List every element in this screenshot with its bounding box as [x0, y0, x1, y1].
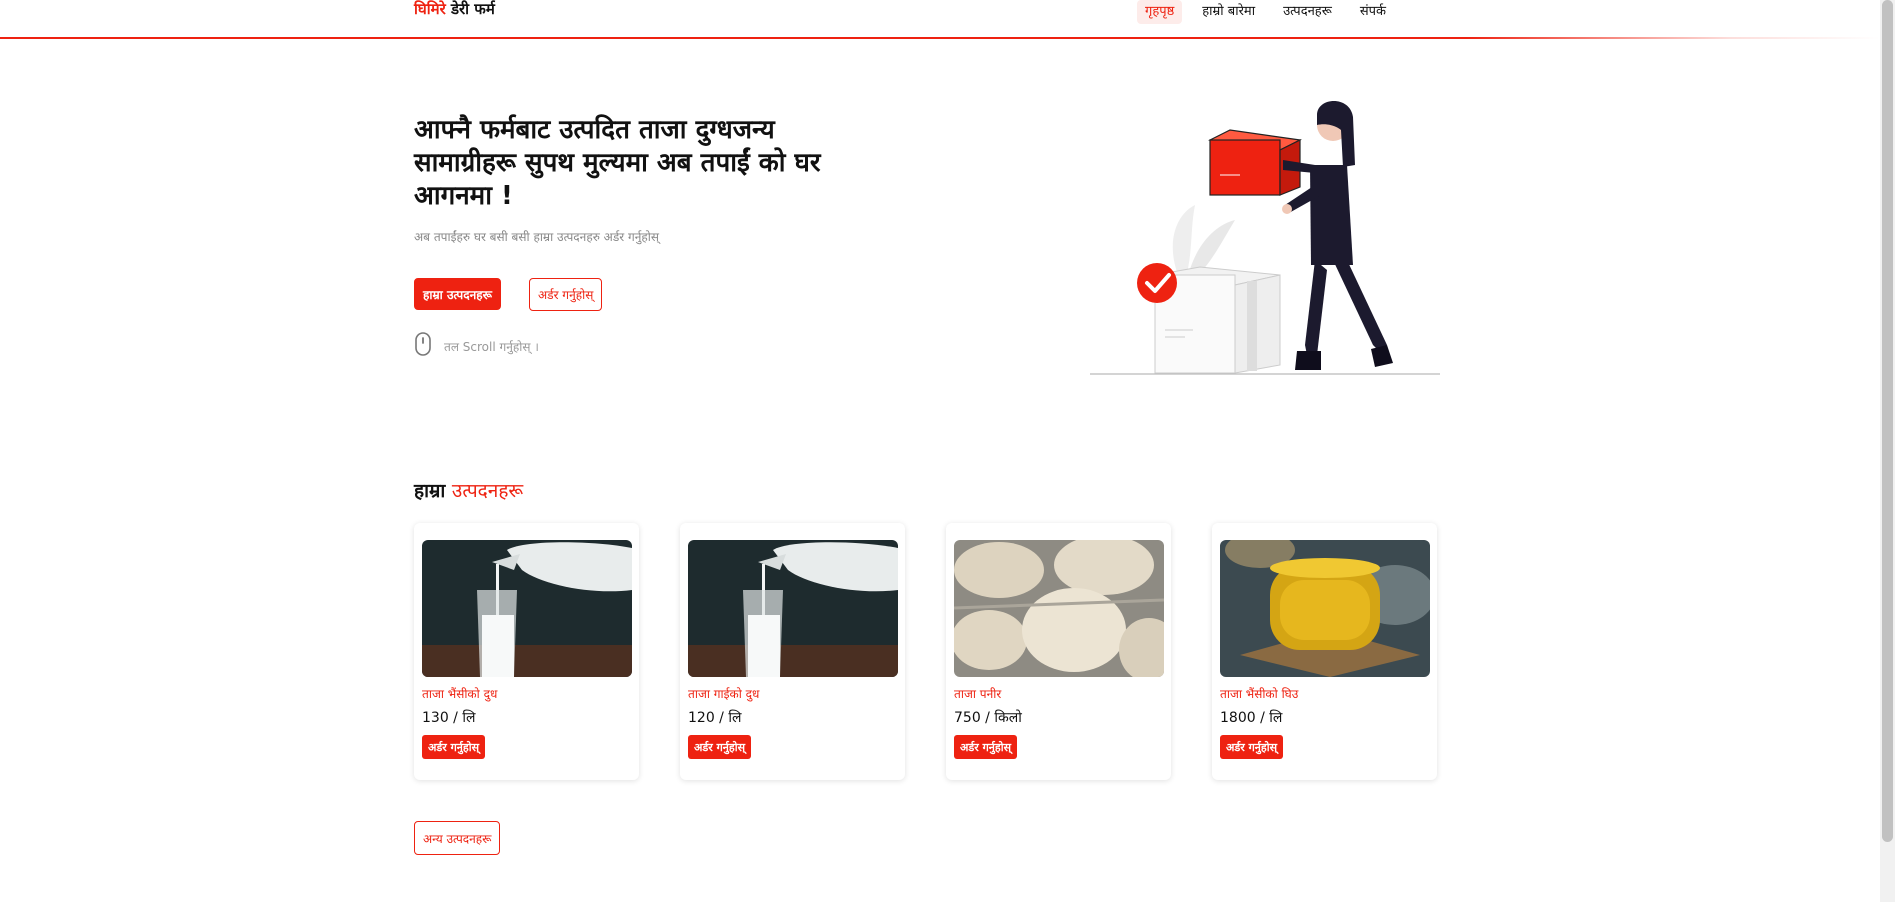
top-navbar: घिमिरे डेरी फर्म गृहपृष्ठ हाम्रो बारेमा … [0, 0, 1880, 39]
products-title-part1: हाम्रा [414, 480, 446, 502]
hero-title: आफ्नै फर्मबाट उत्पदित ताजा दुग्धजन्य साम… [414, 115, 821, 211]
product-card[interactable]: ताजा भैंसीको घिउ 1800 / लि अर्डर गर्नुहो… [1212, 523, 1437, 780]
product-name: ताजा पनीर [954, 687, 1002, 701]
nav-home[interactable]: गृहपृष्ठ [1137, 0, 1183, 24]
product-name: ताजा गाईको दुध [688, 687, 760, 701]
products-section-title: हाम्रा उत्पदनहरू [414, 477, 523, 503]
product-price: 1800 / लि [1220, 710, 1283, 726]
order-button[interactable]: अर्डर गर्नुहोस् [954, 735, 1018, 759]
hero-subtitle: अब तपाईंहरु घर बसी बसी हाम्रा उत्पदनहरु … [414, 230, 660, 244]
scroll-hint-text: तल Scroll गर्नुहोस् । [444, 339, 539, 354]
product-card[interactable]: ताजा भैंसीको दुध 130 / लि अर्डर गर्नुहोस… [414, 523, 639, 780]
main-menu: गृहपृष्ठ हाम्रो बारेमा उत्पदनहरू संपर्क [1137, 0, 1406, 24]
order-button[interactable]: अर्डर गर्नुहोस् [422, 735, 486, 759]
product-price: 750 / किलो [954, 710, 1022, 726]
scrollbar-thumb[interactable] [1882, 0, 1893, 842]
brand-name-part2: डेरी फर्म [450, 0, 495, 18]
header-divider [0, 37, 1880, 39]
brand-name-part1: घिमिरे [414, 0, 446, 18]
mouse-icon [414, 332, 432, 360]
ghee-jar-image [1220, 540, 1430, 677]
nav-about[interactable]: हाम्रो बारेमा [1194, 0, 1263, 24]
delivery-illustration [1085, 95, 1445, 380]
vertical-scrollbar[interactable] [1880, 0, 1895, 902]
order-button[interactable]: अर्डर गर्नुहोस् [1220, 735, 1284, 759]
product-card[interactable]: ताजा गाईको दुध 120 / लि अर्डर गर्नुहोस् [680, 523, 905, 780]
product-card[interactable]: ताजा पनीर 750 / किलो अर्डर गर्नुहोस् [946, 523, 1171, 780]
order-button[interactable]: अर्डर गर्नुहोस् [688, 735, 752, 759]
product-price: 120 / लि [688, 710, 742, 726]
brand-logo[interactable]: घिमिरे डेरी फर्म [414, 0, 495, 18]
products-title-part2: उत्पदनहरू [451, 480, 524, 502]
milk-pour-image [688, 540, 898, 677]
page: घिमिरे डेरी फर्म गृहपृष्ठ हाम्रो बारेमा … [0, 0, 1880, 902]
nav-products[interactable]: उत्पदनहरू [1275, 0, 1340, 24]
paneer-image [954, 540, 1164, 677]
order-now-button[interactable]: अर्डर गर्नुहोस् [529, 278, 603, 311]
milk-pour-image [422, 540, 632, 677]
our-products-button[interactable]: हाम्रा उत्पदनहरू [414, 278, 501, 310]
scroll-hint: तल Scroll गर्नुहोस् । [414, 332, 539, 360]
nav-contact[interactable]: संपर्क [1352, 0, 1394, 24]
more-products-button[interactable]: अन्य उत्पदनहरू [414, 821, 501, 855]
product-name: ताजा भैंसीको दुध [422, 687, 498, 701]
product-name: ताजा भैंसीको घिउ [1220, 687, 1299, 701]
product-price: 130 / लि [422, 710, 476, 726]
